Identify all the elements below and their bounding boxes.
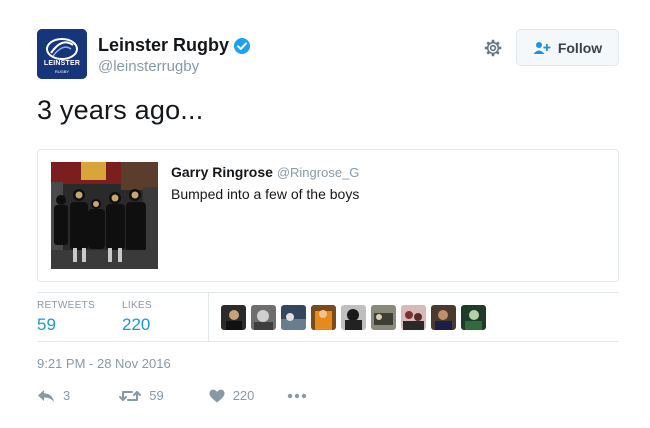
follow-label: Follow xyxy=(557,39,603,56)
quoted-tweet-text: Bumped into a few of the boys xyxy=(171,186,360,202)
group-photo-image xyxy=(51,162,158,269)
retweets-value[interactable]: 59 xyxy=(37,315,95,335)
follow-user-plus-icon xyxy=(533,41,551,54)
more-button[interactable] xyxy=(287,393,307,399)
like-count: 220 xyxy=(232,388,255,403)
stats-bottom-divider xyxy=(37,341,619,342)
liker-avatar[interactable] xyxy=(371,305,396,330)
quoted-author-name[interactable]: Garry Ringrose xyxy=(171,164,273,180)
quoted-author-row[interactable]: Garry Ringrose @Ringrose_G xyxy=(171,164,359,180)
logo-text-top: LEINSTER xyxy=(43,60,81,67)
liker-avatar[interactable] xyxy=(281,305,306,330)
more-dots-icon xyxy=(288,393,307,398)
leinster-logo-avatar[interactable]: LEINSTER RUGBY xyxy=(37,29,87,79)
liker-avatar[interactable] xyxy=(221,305,246,330)
tweet-actions: 3 59 220 xyxy=(37,388,307,403)
quoted-tweet-card[interactable]: Garry Ringrose @Ringrose_G Bumped into a… xyxy=(37,149,619,282)
liker-avatar[interactable] xyxy=(341,305,366,330)
follow-button[interactable]: Follow xyxy=(516,29,619,66)
liker-avatar[interactable] xyxy=(311,305,336,330)
likers-avatar-row xyxy=(221,305,486,330)
stats-top-divider xyxy=(37,292,619,293)
display-name[interactable]: Leinster Rugby xyxy=(98,35,229,56)
likes-stat[interactable]: LIKES 220 xyxy=(122,300,152,335)
liker-avatar[interactable] xyxy=(461,305,486,330)
liker-avatar[interactable] xyxy=(401,305,426,330)
heart-icon xyxy=(209,389,225,402)
retweets-label: RETWEETS xyxy=(37,300,95,311)
display-name-row[interactable]: Leinster Rugby xyxy=(98,35,251,56)
reply-count: 3 xyxy=(63,388,71,403)
reply-button[interactable]: 3 xyxy=(37,388,70,403)
retweet-count: 59 xyxy=(149,388,164,403)
tweet-text: 3 years ago... xyxy=(37,95,204,125)
likes-value[interactable]: 220 xyxy=(122,315,152,335)
retweet-icon xyxy=(119,390,142,401)
tweet-timestamp[interactable]: 9:21 PM - 28 Nov 2016 xyxy=(37,356,171,371)
like-button[interactable]: 220 xyxy=(209,388,255,403)
retweet-button[interactable]: 59 xyxy=(119,388,164,403)
liker-avatar[interactable] xyxy=(251,305,276,330)
quoted-tweet-photo[interactable] xyxy=(51,162,158,269)
liker-avatar[interactable] xyxy=(431,305,456,330)
likes-label: LIKES xyxy=(122,300,152,311)
stats-separator xyxy=(208,293,209,341)
reply-icon xyxy=(38,389,54,402)
verified-badge-icon xyxy=(234,37,251,54)
account-handle[interactable]: @leinsterrugby xyxy=(98,58,199,75)
retweets-stat[interactable]: RETWEETS 59 xyxy=(37,300,95,335)
gear-icon[interactable] xyxy=(482,37,504,59)
quoted-author-handle[interactable]: @Ringrose_G xyxy=(277,165,360,180)
logo-text-bottom: RUGBY xyxy=(54,69,70,74)
